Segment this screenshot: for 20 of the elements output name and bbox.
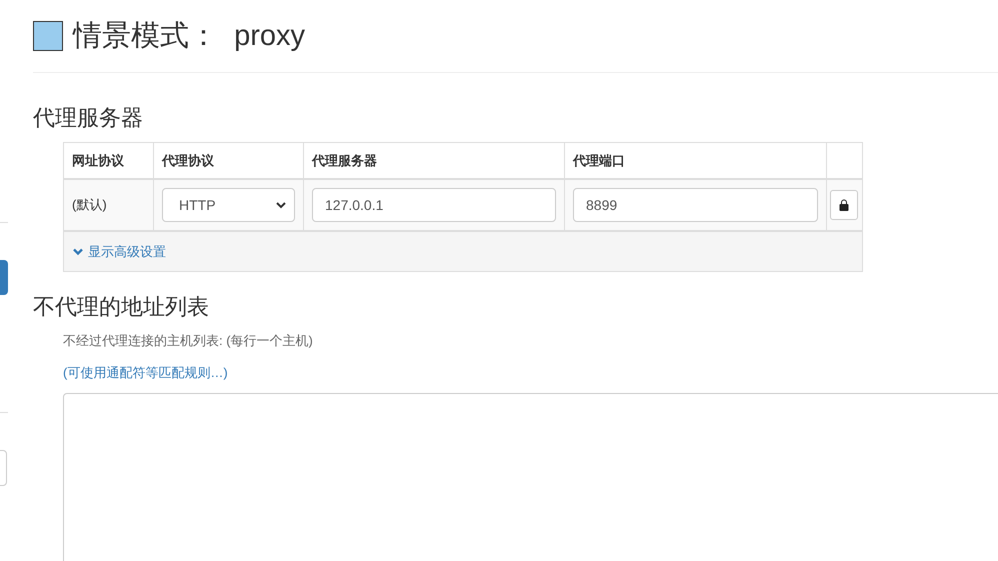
bypass-list-field[interactable] — [63, 393, 998, 561]
help-link[interactable]: (可使用通配符等匹配规则…) — [63, 364, 228, 382]
sidebar-item[interactable] — [0, 260, 8, 295]
chevron-down-icon — [73, 248, 83, 256]
server-input[interactable]: 127.0.0.1 — [312, 188, 556, 222]
caret-icon — [276, 202, 286, 208]
lock-button[interactable] — [830, 190, 858, 220]
advanced-settings-link[interactable]: 显示高级设置 — [73, 242, 166, 260]
table-cell: (默认) — [72, 196, 107, 214]
page-title: 情景模式： proxy — [73, 19, 306, 54]
column-header: 代理协议 — [162, 152, 214, 170]
column-header: 代理端口 — [573, 152, 625, 170]
column-header: 网址协议 — [72, 152, 124, 170]
port-input[interactable]: 8899 — [573, 188, 818, 222]
section-heading: 代理服务器 — [33, 104, 144, 132]
description-text: 不经过代理连接的主机列表: (每行一个主机) — [63, 332, 314, 350]
column-header: 代理服务器 — [312, 152, 377, 170]
lock-icon — [839, 199, 849, 211]
section-heading: 不代理的地址列表 — [33, 293, 210, 321]
protocol-select[interactable]: HTTP — [162, 188, 295, 222]
